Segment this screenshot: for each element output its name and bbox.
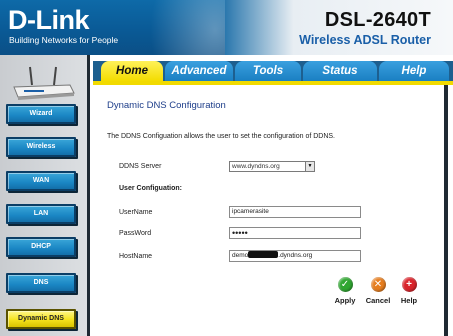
check-icon: ✓ <box>337 277 353 292</box>
main-content: Dynamic DNS Configuration The DDNS Confi… <box>93 85 448 336</box>
chevron-down-icon[interactable]: ▼ <box>305 162 314 171</box>
cancel-button[interactable]: ✕ Cancel <box>364 277 392 305</box>
hostname-input[interactable]: demo .dyndns.org <box>229 250 361 262</box>
tab-home[interactable]: Home <box>101 61 163 81</box>
plus-icon: + <box>401 277 417 292</box>
page-title: Dynamic DNS Configuration <box>107 100 226 111</box>
tab-status[interactable]: Status <box>303 61 377 81</box>
user-config-heading: User Configuation: <box>119 185 182 192</box>
sidebar-item-wan[interactable]: WAN <box>6 171 76 191</box>
username-label: UserName <box>119 209 153 216</box>
sidebar-item-dhcp[interactable]: DHCP <box>6 237 76 257</box>
header-banner: D-Link Building Networks for People DSL-… <box>0 0 453 55</box>
router-device-icon <box>13 66 75 100</box>
apply-button[interactable]: ✓ Apply <box>331 277 359 305</box>
sidebar-item-wireless[interactable]: Wireless <box>6 137 76 157</box>
sidebar-item-dns[interactable]: DNS <box>6 273 76 293</box>
sidebar-item-dynamic-dns[interactable]: Dynamic DNS <box>6 309 76 329</box>
top-tab-bar: Home Advanced Tools Status Help <box>93 61 453 81</box>
model-subtitle: Wireless ADSL Router <box>299 33 431 47</box>
tab-advanced[interactable]: Advanced <box>165 61 233 81</box>
dlink-logo: D-Link <box>8 5 90 35</box>
left-sidebar: Wizard Wireless WAN LAN DHCP DNS Dynamic… <box>0 55 90 336</box>
model-title: DSL-2640T <box>324 9 431 31</box>
password-input[interactable]: ••••• <box>229 227 361 239</box>
username-input[interactable]: ipcamerasite <box>229 206 361 218</box>
redaction-bar <box>248 251 279 258</box>
brand-tagline: Building Networks for People <box>9 35 119 45</box>
cancel-label: Cancel <box>365 296 391 305</box>
ddns-server-label: DDNS Server <box>119 163 162 170</box>
password-label: PassWord <box>119 230 152 237</box>
help-button[interactable]: + Help <box>395 277 423 305</box>
tab-help[interactable]: Help <box>379 61 449 81</box>
sidebar-item-lan[interactable]: LAN <box>6 204 76 224</box>
page-description: The DDNS Configuation allows the user to… <box>107 133 336 140</box>
x-icon: ✕ <box>370 277 386 292</box>
tab-tools[interactable]: Tools <box>235 61 301 81</box>
sidebar-item-wizard[interactable]: Wizard <box>6 104 76 124</box>
ddns-server-value: www.dyndns.org <box>232 163 280 170</box>
apply-label: Apply <box>334 296 356 305</box>
ddns-server-select[interactable]: www.dyndns.org ▼ <box>229 161 315 172</box>
help-label: Help <box>400 296 418 305</box>
hostname-suffix: .dyndns.org <box>278 252 313 259</box>
hostname-label: HostName <box>119 253 153 260</box>
hostname-prefix: demo <box>232 252 249 259</box>
